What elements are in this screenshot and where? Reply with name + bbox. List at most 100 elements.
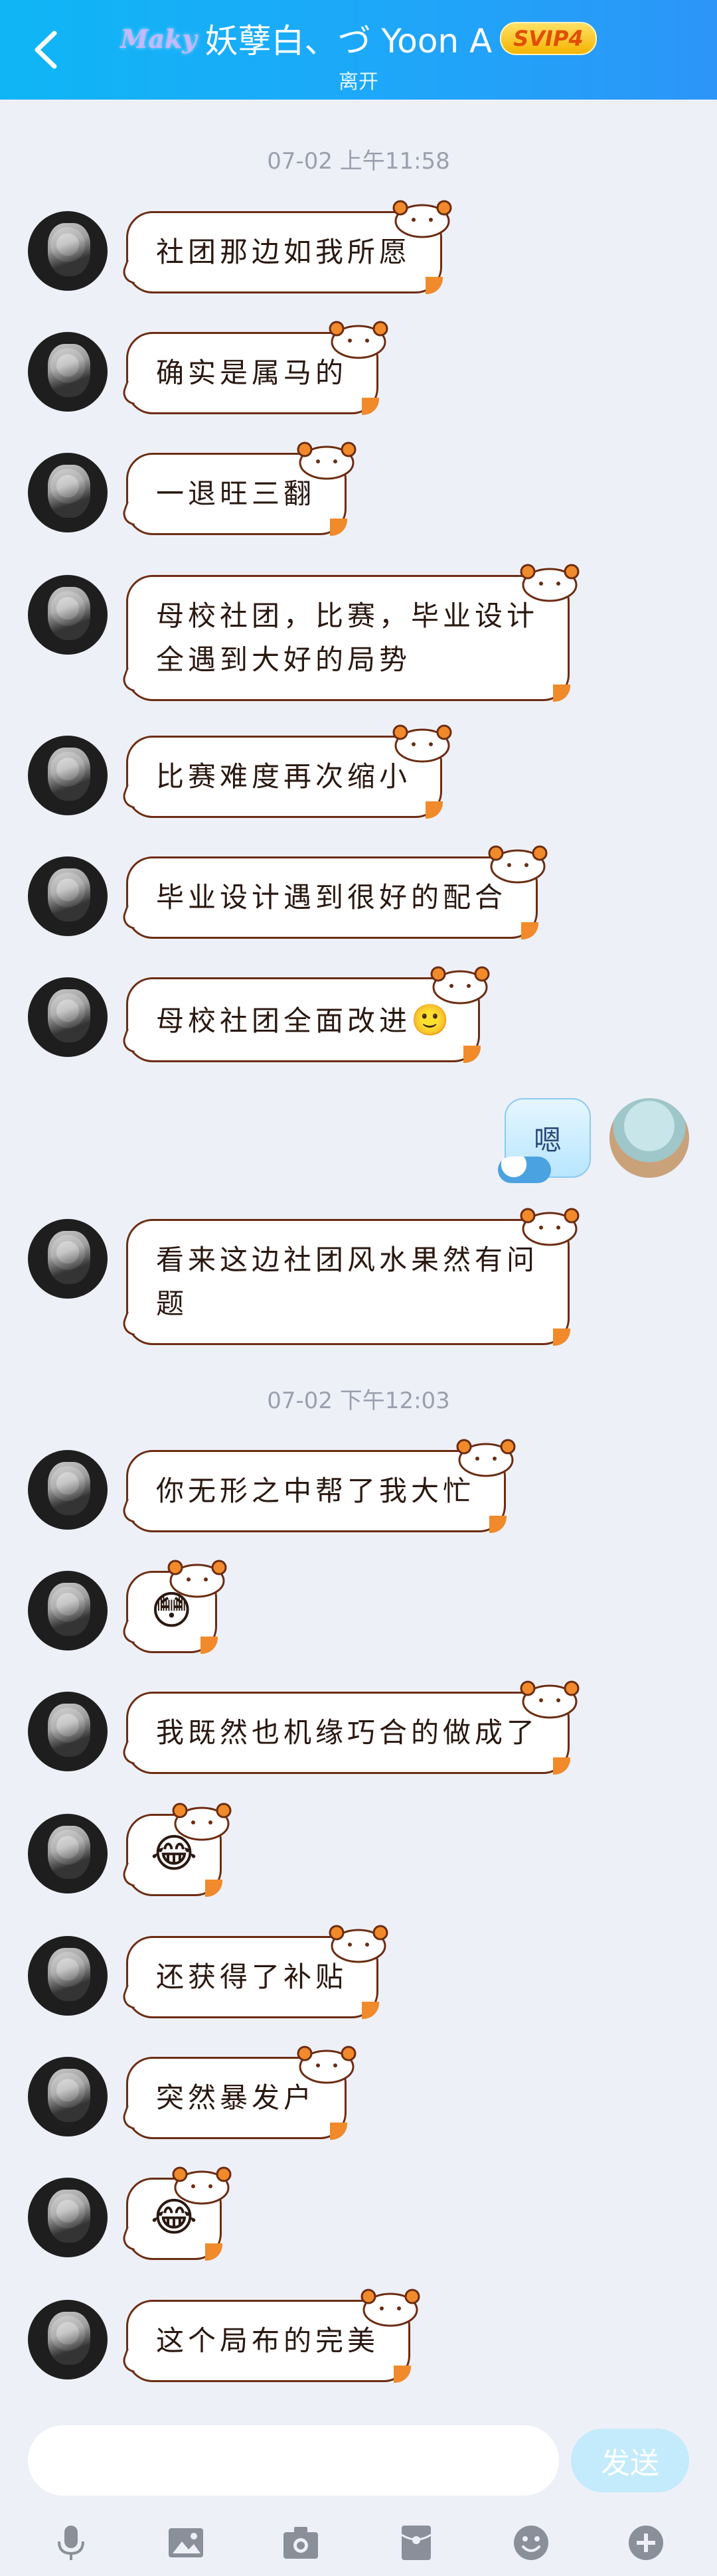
contact-avatar[interactable] [28,2178,108,2257]
message-bubble[interactable]: 看来这边社团风水果然有问 题 [126,1208,580,1346]
bubble-corner [330,2123,348,2140]
camera-icon [283,2527,319,2559]
message-input[interactable] [28,2425,559,2496]
camera-button[interactable] [274,2516,327,2569]
emoji-icon [513,2526,548,2560]
message-text-line: 题 [156,1287,189,1320]
contact-avatar[interactable] [28,211,108,291]
input-area: 发送 [0,2403,717,2576]
bear-sticker-icon [520,564,580,602]
bubble-corner [521,922,539,939]
message-text: 这个局布的完美 [156,2324,380,2357]
bear-sticker-icon [297,2046,357,2084]
message-bubble[interactable]: 比赛难度再次缩小 [126,724,452,819]
message-bubble[interactable]: 母校社团全面改进🙂 [126,966,490,1063]
bubble-corner [489,1516,507,1533]
bubble-corner [426,277,443,294]
chat-header: Maky 妖孽白、づ Yoon A SVIP4 离开 [0,0,717,100]
contact-avatar[interactable] [28,453,108,532]
contact-status: 离开 [339,70,378,94]
bear-sticker-icon [392,724,452,763]
bear-sticker-icon [488,845,548,884]
message-bubble[interactable]: 毕业设计遇到很好的配合 [126,845,548,939]
message-text: 毕业设计遇到很好的配合 [156,881,507,914]
message-bubble[interactable]: 突然暴发户 [126,2046,357,2140]
contact-avatar[interactable] [28,1450,108,1530]
message-bubble[interactable]: 还获得了补贴 [126,1925,388,2019]
my-message-bubble[interactable]: 嗯 [498,1098,591,1183]
bear-sticker-icon [172,2166,232,2205]
contact-avatar[interactable] [28,977,108,1057]
contact-avatar[interactable] [28,1814,108,1893]
contact-avatar[interactable] [28,856,108,936]
message-text: 确实是属马的 [156,357,348,389]
microphone-icon [57,2526,84,2560]
message-bubble[interactable]: 确实是属马的 [126,321,388,415]
emoji-button[interactable] [505,2516,558,2569]
bubble-corner [330,519,348,536]
contact-avatar[interactable] [28,2057,108,2136]
message-text-line: 看来这边社团风水果然有问 [156,1244,539,1276]
contact-avatar[interactable] [28,1936,108,2016]
message-bubble[interactable]: 我既然也机缘巧合的做成了 [126,1680,580,1775]
bubble-corner [394,2366,412,2383]
message-text: 你无形之中帮了我大忙 [156,1475,475,1507]
bubble-corner [205,2243,223,2261]
message-bubble[interactable]: 一退旺三翻 [126,442,357,536]
bubble-corner [200,1637,218,1654]
bear-sticker-icon [297,442,357,480]
more-button[interactable] [619,2516,673,2569]
bubble-corner [463,1046,481,1063]
message-bubble[interactable]: 😂 [126,1803,232,1897]
message-text: 一退旺三翻 [156,477,316,510]
input-toolbar [0,2510,717,2576]
red-packet-icon [400,2526,432,2560]
message-bubble[interactable]: 母校社团，比赛，毕业设计 全遇到大好的局势 [126,564,580,702]
contact-avatar[interactable] [28,2300,108,2379]
bear-sticker-icon [167,1560,227,1598]
voice-button[interactable] [44,2516,98,2569]
contact-avatar[interactable] [28,736,108,815]
red-packet-button[interactable] [390,2516,443,2569]
message-bubble[interactable]: 😂 [126,2166,232,2261]
bear-sticker-icon [172,1803,232,1841]
image-icon [168,2528,203,2557]
bear-sticker-icon [520,1208,580,1246]
contact-name[interactable]: 妖孽白、づ Yoon A [204,15,492,62]
message-bubble[interactable]: 这个局布的完美 [126,2289,420,2383]
contact-avatar[interactable] [28,575,108,655]
message-text-line: 母校社团，比赛，毕业设计 [156,600,539,632]
plus-icon [629,2526,664,2560]
bear-sticker-icon [392,200,452,238]
message-text: 母校社团全面改进 [156,1005,412,1037]
timestamp: 07-02 上午11:58 [267,148,450,175]
contact-avatar[interactable] [28,1219,108,1299]
message-bubble[interactable]: 😳 [126,1560,227,1654]
image-button[interactable] [159,2516,212,2569]
message-text: 嗯 [533,1123,562,1157]
message-bubble[interactable]: 社团那边如我所愿 [126,200,452,294]
message-text: 社团那边如我所愿 [156,236,412,268]
contact-avatar[interactable] [28,1692,108,1771]
message-bubble[interactable]: 你无形之中帮了我大忙 [126,1439,516,1533]
send-button[interactable]: 发送 [571,2429,689,2492]
bear-sticker-icon [329,321,388,359]
love-badge: Maky [120,23,197,54]
bear-sticker-icon [329,1925,388,1963]
bubble-corner [553,1757,571,1775]
bubble-corner [553,684,571,702]
contact-avatar[interactable] [28,1571,108,1650]
bubble-corner [205,1880,223,1897]
wave-decoration [498,1157,551,1183]
message-text-line: 全遇到大好的局势 [156,643,412,676]
contact-avatar[interactable] [28,332,108,412]
bubble-corner [553,1328,571,1346]
message-text: 比赛难度再次缩小 [156,760,412,793]
bubble-corner [426,801,443,819]
bear-sticker-icon [520,1680,580,1719]
message-text: 我既然也机缘巧合的做成了 [156,1716,539,1749]
vip-badge: SVIP4 [500,22,597,55]
bear-sticker-icon [430,966,490,1005]
bear-sticker-icon [456,1439,516,1477]
my-avatar[interactable] [609,1098,689,1178]
